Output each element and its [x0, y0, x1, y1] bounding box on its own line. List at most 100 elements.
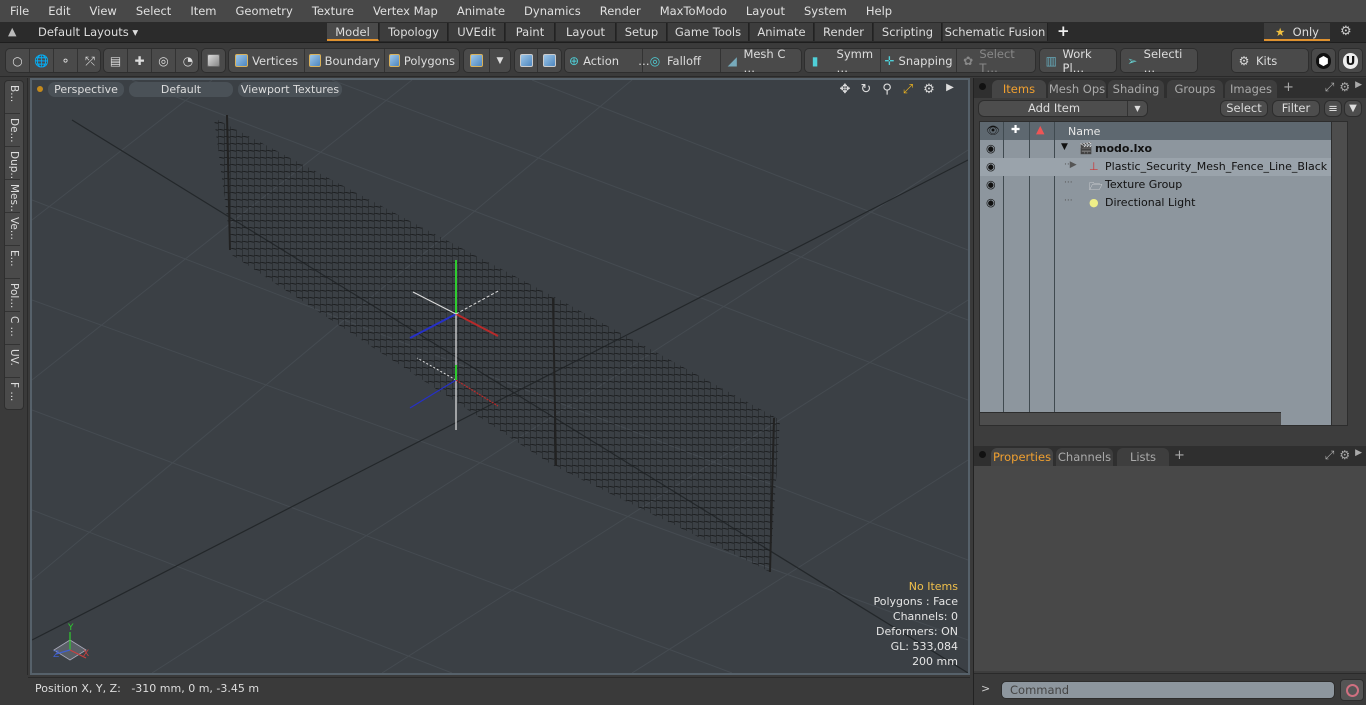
menu-geometry[interactable]: Geometry — [226, 0, 302, 22]
command-input[interactable]: Command — [1001, 681, 1335, 699]
transform-a-button[interactable] — [515, 49, 538, 72]
material-mode-button[interactable] — [464, 49, 490, 72]
vtab-vertex[interactable]: Ve... — [5, 213, 20, 246]
tab-images[interactable]: Images — [1225, 80, 1277, 98]
vtab-basic[interactable]: B... — [5, 81, 20, 114]
circle-select-button[interactable]: ○ — [6, 49, 30, 72]
unreal-button[interactable]: U — [1339, 49, 1362, 72]
eye-icon[interactable]: ◉ — [986, 178, 996, 191]
path-button[interactable]: ⤱ — [78, 49, 102, 72]
vtab-curve[interactable]: C ... — [5, 312, 20, 345]
kits-button[interactable]: ⚙ Kits — [1232, 49, 1308, 72]
maximize-icon[interactable]: ⤢ — [900, 82, 916, 97]
filter-button[interactable]: Filter — [1272, 100, 1320, 117]
align-button[interactable]: ▤ — [104, 49, 128, 72]
eye-icon[interactable]: ◉ — [986, 160, 996, 173]
zoom-icon[interactable]: ⚲ — [879, 82, 895, 97]
panel-dot-icon[interactable] — [979, 83, 986, 90]
vtab-fusion[interactable]: F ... — [5, 378, 20, 411]
globe-button[interactable]: 🌐 — [30, 49, 54, 72]
expand-arrow-icon[interactable]: ▼ — [1061, 142, 1068, 152]
mesh-constraint-button[interactable]: ◢ Mesh C … — [721, 47, 799, 75]
falloff-button[interactable]: ◎ Falloff — [643, 49, 721, 72]
menu-system[interactable]: System — [794, 0, 856, 22]
viewport-status-dot[interactable] — [37, 86, 43, 92]
tab-lists[interactable]: Lists — [1117, 448, 1169, 466]
work-plane-button[interactable]: ▥ Work Pl… — [1040, 47, 1116, 75]
expand-icon[interactable]: ⤢ — [1325, 80, 1335, 95]
panel-gear-icon[interactable]: ⚙ — [1339, 80, 1350, 95]
default-layouts-dropdown[interactable]: Default Layouts ▾ — [38, 25, 138, 39]
panel-dot-icon[interactable] — [979, 451, 986, 458]
viewport-menu-arrow-icon[interactable]: ▶ — [942, 82, 958, 97]
tab-setup[interactable]: Setup — [617, 23, 667, 41]
only-toggle[interactable]: ★ Only — [1264, 23, 1330, 41]
vtab-uv[interactable]: UV. — [5, 345, 20, 378]
eye-icon[interactable]: ◉ — [986, 142, 996, 155]
add-tab-button[interactable]: + — [1174, 448, 1185, 463]
tab-game-tools[interactable]: Game Tools — [668, 23, 749, 41]
tab-uvedit[interactable]: UVEdit — [449, 23, 505, 41]
target-button[interactable]: ◎ — [152, 49, 176, 72]
list-item[interactable]: ◉ ··· ● Directional Light — [980, 194, 1347, 212]
material-dropdown[interactable]: ▼ — [490, 49, 510, 72]
3d-viewport[interactable]: Y X Z Perspective Default Viewport Textu… — [30, 78, 970, 675]
name-column-header[interactable]: Name — [1068, 125, 1100, 138]
tab-items[interactable]: Items — [992, 80, 1046, 98]
vertical-scrollbar[interactable] — [1331, 122, 1347, 425]
menu-animate[interactable]: Animate — [447, 0, 514, 22]
pen-button[interactable]: ⚬ — [54, 49, 78, 72]
menu-vertex-map[interactable]: Vertex Map — [363, 0, 447, 22]
add-tab-button[interactable]: + — [1283, 80, 1294, 95]
select-through-button[interactable]: ✿ Select T… — [957, 47, 1035, 75]
menu-maxtomodo[interactable]: MaxToModo — [650, 0, 736, 22]
panel-arrow-icon[interactable]: ▶ — [1355, 80, 1362, 95]
vtab-polygon[interactable]: Pol... — [5, 279, 20, 312]
expand-icon[interactable]: ⤢ — [1325, 448, 1335, 463]
shading-mode-button[interactable]: Default — [129, 82, 233, 97]
cross-button[interactable]: ✚ — [128, 49, 152, 72]
view-mode-button[interactable]: Perspective — [48, 82, 124, 97]
menu-select[interactable]: Select — [126, 0, 180, 22]
tab-groups[interactable]: Groups — [1167, 80, 1223, 98]
viewport-textures-button[interactable]: Viewport Textures — [238, 82, 342, 97]
menu-view[interactable]: View — [80, 0, 126, 22]
list-options-button[interactable]: ≡ — [1324, 100, 1342, 117]
symmetry-button[interactable]: ▮ Symm … — [805, 47, 881, 75]
menu-dynamics[interactable]: Dynamics — [514, 0, 590, 22]
tab-channels[interactable]: Channels — [1056, 448, 1113, 466]
tab-schematic-fusion[interactable]: Schematic Fusion — [943, 23, 1048, 41]
menu-help[interactable]: Help — [856, 0, 901, 22]
selection-sets-button[interactable]: ➢ Selecti … — [1121, 47, 1197, 75]
panel-arrow-icon[interactable]: ▶ — [1355, 448, 1362, 463]
filter-funnel-button[interactable]: ▼ — [1344, 100, 1362, 117]
list-item[interactable]: ◉ ··▶ ⊥ Plastic_Security_Mesh_Fence_Line… — [980, 158, 1347, 176]
vtab-edge[interactable]: E... — [5, 246, 20, 279]
vtab-deform[interactable]: De... — [5, 114, 20, 147]
menu-layout[interactable]: Layout — [736, 0, 794, 22]
action-center-button[interactable]: ⊕ Action … — [565, 49, 650, 72]
add-item-dropdown-icon[interactable]: ▼ — [1127, 101, 1147, 116]
modo-cube-button[interactable]: ⬢ — [1312, 49, 1335, 72]
select-button[interactable]: Select — [1220, 100, 1268, 117]
boundary-button[interactable]: Boundary — [305, 49, 385, 72]
menu-edit[interactable]: Edit — [38, 0, 79, 22]
rotate-icon[interactable]: ↻ — [858, 82, 874, 97]
tab-mesh-ops[interactable]: Mesh Ops — [1048, 80, 1106, 98]
tab-animate[interactable]: Animate — [750, 23, 814, 41]
viewport-gear-icon[interactable]: ⚙ — [921, 82, 937, 97]
gear-icon[interactable]: ⚙ — [1340, 24, 1352, 39]
eye-icon[interactable]: ◉ — [986, 196, 996, 209]
tab-topology[interactable]: Topology — [380, 23, 448, 41]
horizontal-scrollbar[interactable] — [980, 412, 1281, 425]
panel-gear-icon[interactable]: ⚙ — [1339, 448, 1350, 463]
collapse-arrow-icon[interactable]: ▲ — [8, 25, 16, 38]
tab-scripting[interactable]: Scripting — [874, 23, 942, 41]
vtab-mesh-edit[interactable]: Mes... — [5, 180, 20, 213]
vtab-duplicate[interactable]: Dup... — [5, 147, 20, 180]
tab-properties[interactable]: Properties — [991, 448, 1053, 466]
tab-shading[interactable]: Shading — [1108, 80, 1164, 98]
pan-icon[interactable]: ✥ — [837, 82, 853, 97]
list-item[interactable]: ◉ ··· 🗁 Texture Group — [980, 176, 1347, 194]
tab-render[interactable]: Render — [815, 23, 873, 41]
